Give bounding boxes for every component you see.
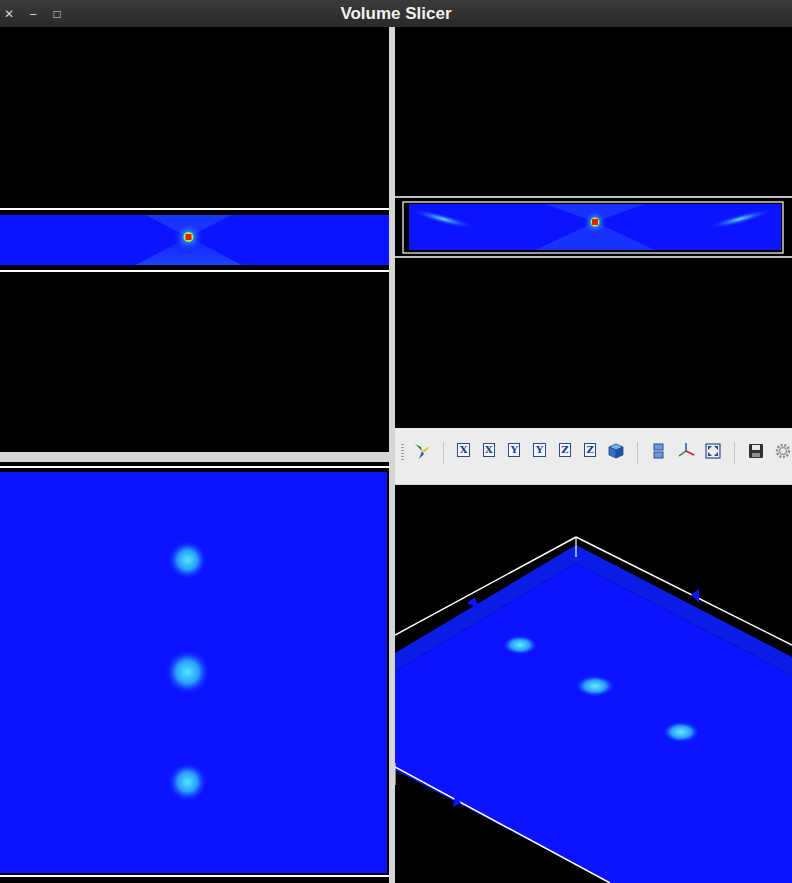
parallel-projection-icon[interactable] (650, 442, 668, 460)
window-title: Volume Slicer (340, 4, 451, 24)
slice-image (0, 462, 389, 883)
right-column: XXYYZZ (395, 27, 792, 883)
slice-view-bottom-left[interactable] (0, 462, 389, 883)
window-control-button[interactable]: – (27, 7, 39, 21)
view-axis-button[interactable]: X (483, 443, 495, 457)
window-controls: ✕–□ (0, 7, 340, 21)
fullscreen-icon[interactable] (704, 442, 722, 460)
save-icon[interactable] (747, 442, 765, 460)
view-axis-button[interactable]: Y (508, 443, 520, 457)
scene-toolbar: XXYYZZ (395, 428, 792, 485)
slice-image (395, 27, 792, 428)
settings-gear-icon[interactable] (774, 442, 792, 460)
window-control-button[interactable]: □ (51, 7, 63, 21)
volume-render (395, 485, 792, 883)
toolbar-separator (443, 442, 444, 464)
view-axis-button[interactable]: X (457, 443, 469, 457)
volume-slicer-window: ✕–□Volume SlicerXXYYZZ (0, 0, 792, 883)
main-area: XXYYZZ (0, 27, 792, 883)
view-axis-button[interactable]: Y (533, 443, 545, 457)
mayavi-logo-icon[interactable] (413, 442, 431, 460)
axes-icon[interactable] (677, 442, 695, 460)
slice-view-top-right[interactable] (395, 27, 792, 428)
isometric-cube-icon[interactable] (607, 442, 625, 460)
toolbar-separator (734, 442, 735, 464)
view-axis-button[interactable]: Z (559, 443, 571, 457)
window-control-button[interactable]: ✕ (3, 7, 15, 21)
toolbar-grip[interactable] (401, 444, 404, 460)
left-column (0, 27, 389, 883)
toolbar-separator (637, 442, 638, 464)
slice-strip (0, 208, 389, 272)
slice-image (0, 215, 389, 265)
view-axis-button[interactable]: Z (584, 443, 596, 457)
horizontal-splitter[interactable] (0, 452, 389, 462)
title-bar: ✕–□Volume Slicer (0, 0, 792, 27)
scene-3d-view[interactable] (395, 485, 792, 883)
slice-view-top-left[interactable] (0, 27, 389, 452)
